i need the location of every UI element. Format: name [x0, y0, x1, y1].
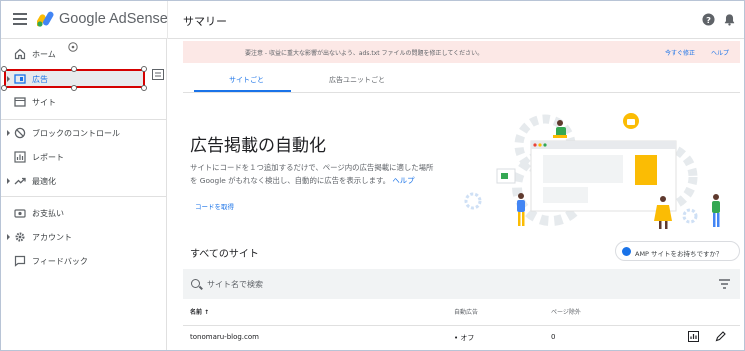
- report-icon[interactable]: [688, 331, 699, 342]
- sidebar-item-account[interactable]: アカウント: [1, 226, 167, 248]
- site-name-cell[interactable]: tonomaru-blog.com: [190, 333, 259, 341]
- expand-arrow-icon[interactable]: [7, 76, 10, 82]
- tabs-divider: [183, 92, 740, 93]
- help-icon[interactable]: ?: [702, 13, 715, 26]
- auto-ads-status-cell: • オフ: [454, 334, 475, 342]
- auto-ads-description: サイトにコードを１つ追加するだけで、ページ内の広告掲載に適した場所 を Goog…: [190, 161, 470, 187]
- page-exclusions-cell: 0: [551, 333, 556, 341]
- search-input[interactable]: サイト名で検索: [207, 279, 263, 290]
- search-icon: [191, 279, 200, 288]
- notifications-icon[interactable]: [723, 13, 736, 26]
- sidebar-item-optimization[interactable]: 最適化: [1, 170, 167, 192]
- page-title: サマリー: [183, 15, 227, 28]
- sidebar-item-sites[interactable]: サイト: [1, 91, 167, 113]
- sidebar-item-ads[interactable]: 広告: [1, 68, 167, 90]
- sidebar-item-home[interactable]: ホーム: [1, 43, 167, 65]
- sidebar-item-label: ホーム: [32, 50, 56, 59]
- sidebar-item-reports[interactable]: レポート: [1, 146, 167, 168]
- svg-text:?: ?: [706, 15, 711, 25]
- optimization-icon: [14, 177, 26, 185]
- amp-icon: [622, 247, 631, 256]
- brand-name: Google AdSense: [59, 11, 168, 27]
- adsense-window: Google AdSense サマリー ? ホーム 広告 サイト ブロックのコン…: [0, 0, 745, 351]
- expand-arrow-icon[interactable]: [7, 234, 10, 240]
- description-text: を Google がもれなく検出し、自動的に広告を表示します。: [190, 176, 391, 185]
- tab-by-ad-unit[interactable]: 広告ユニットごと: [329, 75, 385, 85]
- reports-icon: [14, 151, 26, 163]
- sidebar-item-label: 最適化: [32, 177, 56, 186]
- get-code-button[interactable]: コードを取得: [195, 201, 234, 211]
- ads-icon: [14, 74, 26, 84]
- description-line: を Google がもれなく検出し、自動的に広告を表示します。 ヘルプ: [190, 174, 470, 187]
- site-search-bar[interactable]: サイト名で検索: [183, 269, 740, 299]
- home-icon: [14, 48, 26, 60]
- column-header-auto-ads: 自動広告: [454, 309, 479, 316]
- sidebar-divider: [1, 119, 167, 120]
- edit-icon[interactable]: [715, 331, 726, 342]
- expand-arrow-icon[interactable]: [7, 130, 10, 136]
- sidebar-item-label: レポート: [32, 153, 64, 162]
- column-header-page-exclusions: ページ除外: [551, 309, 581, 316]
- adsense-logo-icon: [37, 11, 54, 27]
- gear-icon: [15, 232, 25, 242]
- sidebar: ホーム 広告 サイト ブロックのコントロール レポート 最適化 お支払い アカウ…: [1, 39, 167, 350]
- sidebar-divider: [1, 196, 167, 197]
- sidebar-item-label: アカウント: [32, 233, 72, 242]
- column-header-name[interactable]: 名前 ↑: [190, 307, 209, 316]
- auto-ads-help-link[interactable]: ヘルプ: [392, 176, 414, 185]
- auto-ads-illustration: [464, 113, 720, 229]
- payments-icon: [14, 209, 26, 218]
- sidebar-item-label: フィードバック: [32, 257, 88, 266]
- sidebar-item-label: お支払い: [32, 209, 64, 218]
- description-line: サイトにコードを１つ追加するだけで、ページ内の広告掲載に適した場所: [190, 163, 434, 172]
- header-divider: [167, 1, 168, 39]
- banner-text: 要注意 - 収益に重大な影響が出ないよう、ads.txt ファイルの問題を修正し…: [245, 50, 484, 57]
- sidebar-item-label: ブロックのコントロール: [32, 129, 120, 138]
- banner-help-link[interactable]: ヘルプ: [711, 48, 729, 57]
- menu-icon[interactable]: [13, 13, 27, 25]
- all-sites-heading: すべてのサイト: [190, 249, 259, 260]
- feedback-icon: [14, 255, 26, 267]
- filter-icon[interactable]: [719, 279, 730, 289]
- sidebar-item-payments[interactable]: お支払い: [1, 202, 167, 224]
- ads-txt-warning-banner: 要注意 - 収益に重大な影響が出ないよう、ads.txt ファイルの問題を修正し…: [183, 41, 740, 63]
- sites-icon: [14, 97, 26, 107]
- table-divider: [183, 325, 740, 326]
- expand-arrow-icon[interactable]: [7, 178, 10, 184]
- amp-button-label: AMP サイトをお持ちですか？: [635, 250, 723, 258]
- sidebar-item-blocking-controls[interactable]: ブロックのコントロール: [1, 122, 167, 144]
- tab-by-site[interactable]: サイトごと: [229, 75, 264, 85]
- block-icon: [14, 127, 26, 139]
- auto-ads-heading: 広告掲載の自動化: [190, 136, 326, 156]
- top-app-bar: Google AdSense サマリー ?: [1, 1, 744, 39]
- sidebar-item-feedback[interactable]: フィードバック: [1, 250, 167, 272]
- sidebar-item-label: サイト: [32, 98, 56, 107]
- amp-sites-button[interactable]: AMP サイトをお持ちですか？: [615, 241, 740, 261]
- fix-now-link[interactable]: 今すぐ修正: [665, 48, 695, 57]
- sidebar-item-label: 広告: [32, 75, 48, 84]
